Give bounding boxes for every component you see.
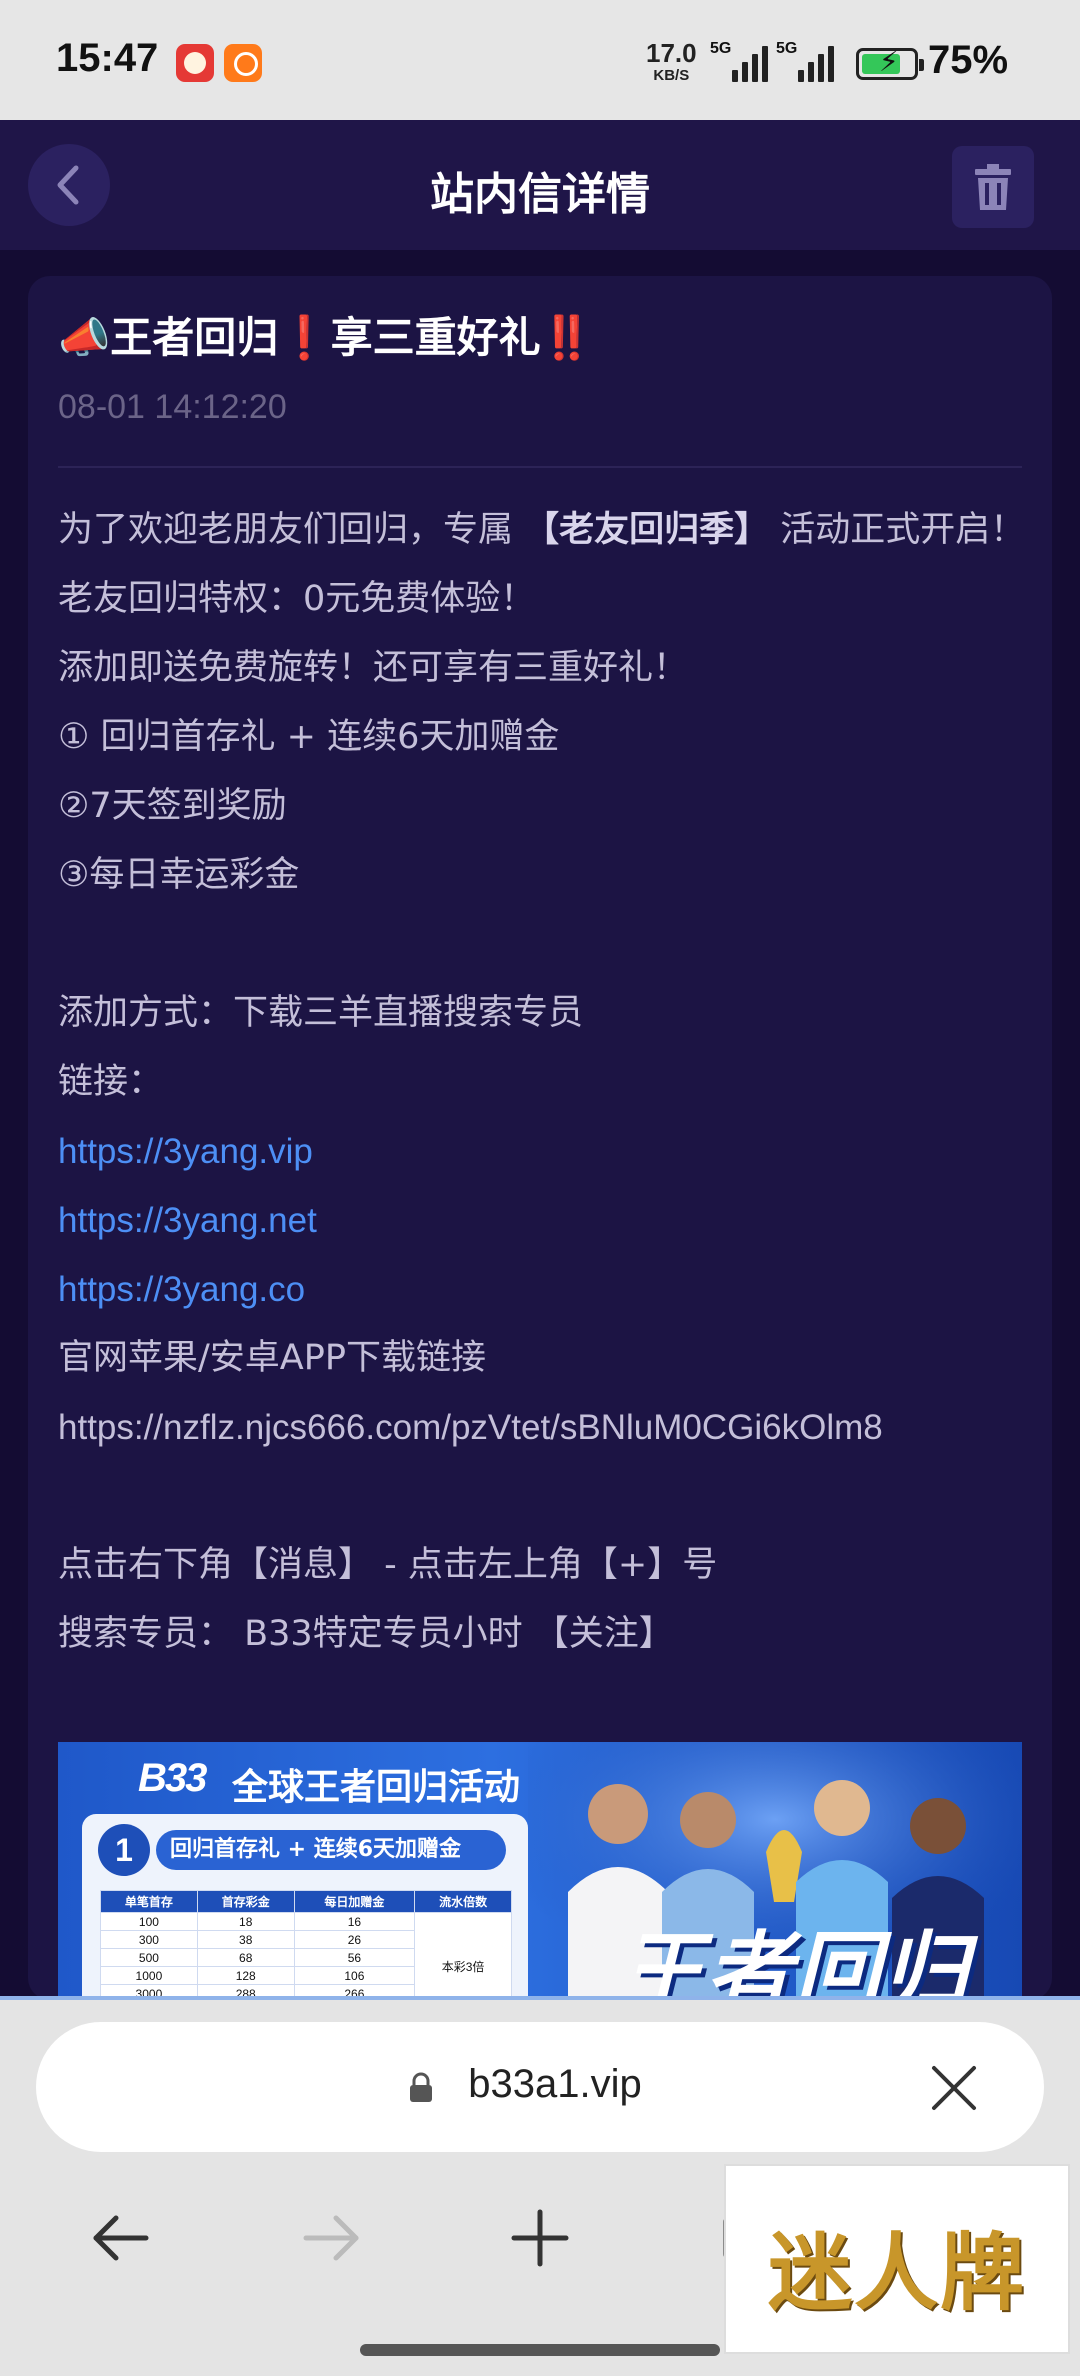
intro-text: 为了欢迎老朋友们回归，专属 [58,510,525,550]
spacer-2 [58,1462,1038,1531]
link-1[interactable]: https://3yang.vip [58,1117,1038,1186]
table-cell: 106 [293,1966,416,1985]
notification-app-icon [176,44,214,82]
gift-item-1: ① 回归首存礼 + 连续6天加赠金 [58,717,560,757]
intro-highlight: 【老友回归季】 [524,510,770,550]
table-cell: 1000 [100,1966,198,1985]
arrow-left-icon[interactable] [82,2198,162,2278]
intro-text-end: 活动正式开启！ [769,510,1026,550]
network-speed-value: 17.0 [646,38,697,68]
message-timestamp: 08-01 14:12:20 [58,388,287,426]
table-cell: 100 [100,1912,198,1931]
table-cell: 26 [293,1930,416,1949]
table-header: 每日加赠金 [293,1890,416,1913]
add-method: 添加方式：下载三羊直播搜索专员 [58,993,584,1033]
ad-text: 迷人牌 [767,2224,1026,2322]
url-text[interactable]: b33a1.vip [36,2062,1044,2107]
signal-label-2: 5G [776,40,798,57]
table-cell: 18 [196,1912,295,1931]
message-intro: 为了欢迎老朋友们回归，专属 【老友回归季】 活动正式开启！ [58,496,1038,565]
table-header: 单笔首存 [100,1890,198,1913]
plus-icon[interactable] [500,2198,580,2278]
gift-item-3: ③每日幸运彩金 [58,855,300,895]
banner-slogan: 王者回归 [618,1923,970,2000]
table-header: 首存彩金 [196,1890,295,1913]
table-cell: 128 [196,1966,295,1985]
close-icon[interactable] [926,2060,982,2116]
floating-ad[interactable]: 迷人牌 [724,2164,1070,2354]
signal-icon: 5G [710,40,774,84]
table-row: 100 18 16 本彩3倍 [100,1912,512,2000]
multiplier-cell: 本彩3倍 [414,1912,512,2000]
address-bar[interactable]: b33a1.vip [36,2022,1044,2152]
divider [58,466,1022,468]
page-header: 站内信详情 [0,120,1080,250]
delete-button[interactable] [952,146,1034,228]
network-speed-unit: KB/S [653,67,690,84]
banner-section-number: 1 [98,1824,150,1876]
search-line: 搜索专员： B33特定专员小时 【关注】 [58,1614,674,1654]
banner-section-title: 回归首存礼 + 连续6天加赠金 [156,1830,506,1870]
link-3[interactable]: https://3yang.co [58,1255,1038,1324]
privilege-line: 老友回归特权：0元免费体验！ [58,579,536,619]
network-speed: 17.0 KB/S [646,40,697,83]
page-title: 站内信详情 [430,169,650,220]
arrow-right-icon[interactable] [290,2198,370,2278]
table-header: 流水倍数 [414,1890,512,1913]
links-label: 链接： [58,1062,164,1102]
battery-icon: ⚡ [856,45,924,80]
notification-app-icon-2 [224,44,262,82]
message-body: 为了欢迎老朋友们回归，专属 【老友回归季】 活动正式开启！ 老友回归特权：0元免… [58,496,1038,1669]
message-title: 📣王者回归❗享三重好礼‼️ [58,313,593,362]
trash-icon [975,164,1011,210]
gift-item-2: ②7天签到奖励 [58,786,287,826]
promo-banner[interactable]: B33 全球王者回归活动 1 回归首存礼 + 连续6天加赠金 单笔首存 首存彩金… [58,1742,1022,2000]
table-cell: 38 [196,1930,295,1949]
home-indicator[interactable] [360,2344,720,2356]
banner-heading: 全球王者回归活动 [232,1767,521,1808]
table-cell: 68 [196,1948,295,1967]
link-2[interactable]: https://3yang.net [58,1186,1038,1255]
signal-icon-2: 5G [776,40,840,84]
charging-bolt-icon: ⚡ [879,45,899,78]
banner-panel: 1 回归首存礼 + 连续6天加赠金 单笔首存 首存彩金 每日加赠金 流水倍数 1… [82,1814,528,2000]
bonus-table: 单笔首存 首存彩金 每日加赠金 流水倍数 100 18 16 本彩3倍 300 [100,1890,512,2000]
status-bar: 15:47 17.0 KB/S 5G 5G ⚡ 75% [0,0,1080,120]
battery-percent: 75% [928,38,1009,82]
table-cell: 500 [100,1948,198,1967]
table-cell: 300 [100,1930,198,1949]
table-cell: 16 [293,1912,416,1931]
table-cell: 56 [293,1948,416,1967]
signal-label: 5G [710,40,732,57]
banner-logo: B33 [138,1756,207,1800]
bonus-line: 添加即送免费旋转！还可享有三重好礼！ [58,648,689,688]
status-time: 15:47 [56,36,159,80]
app-download-url: https://nzflz.njcs666.com/pzVtet/sBNluM0… [58,1408,883,1447]
instruction-line: 点击右下角【消息】 - 点击左上角【+】号 [58,1545,718,1585]
app-download-label: 官网苹果/安卓APP下载链接 [58,1338,486,1378]
message-card: 📣王者回归❗享三重好礼‼️ 08-01 14:12:20 为了欢迎老朋友们回归，… [28,276,1052,2000]
